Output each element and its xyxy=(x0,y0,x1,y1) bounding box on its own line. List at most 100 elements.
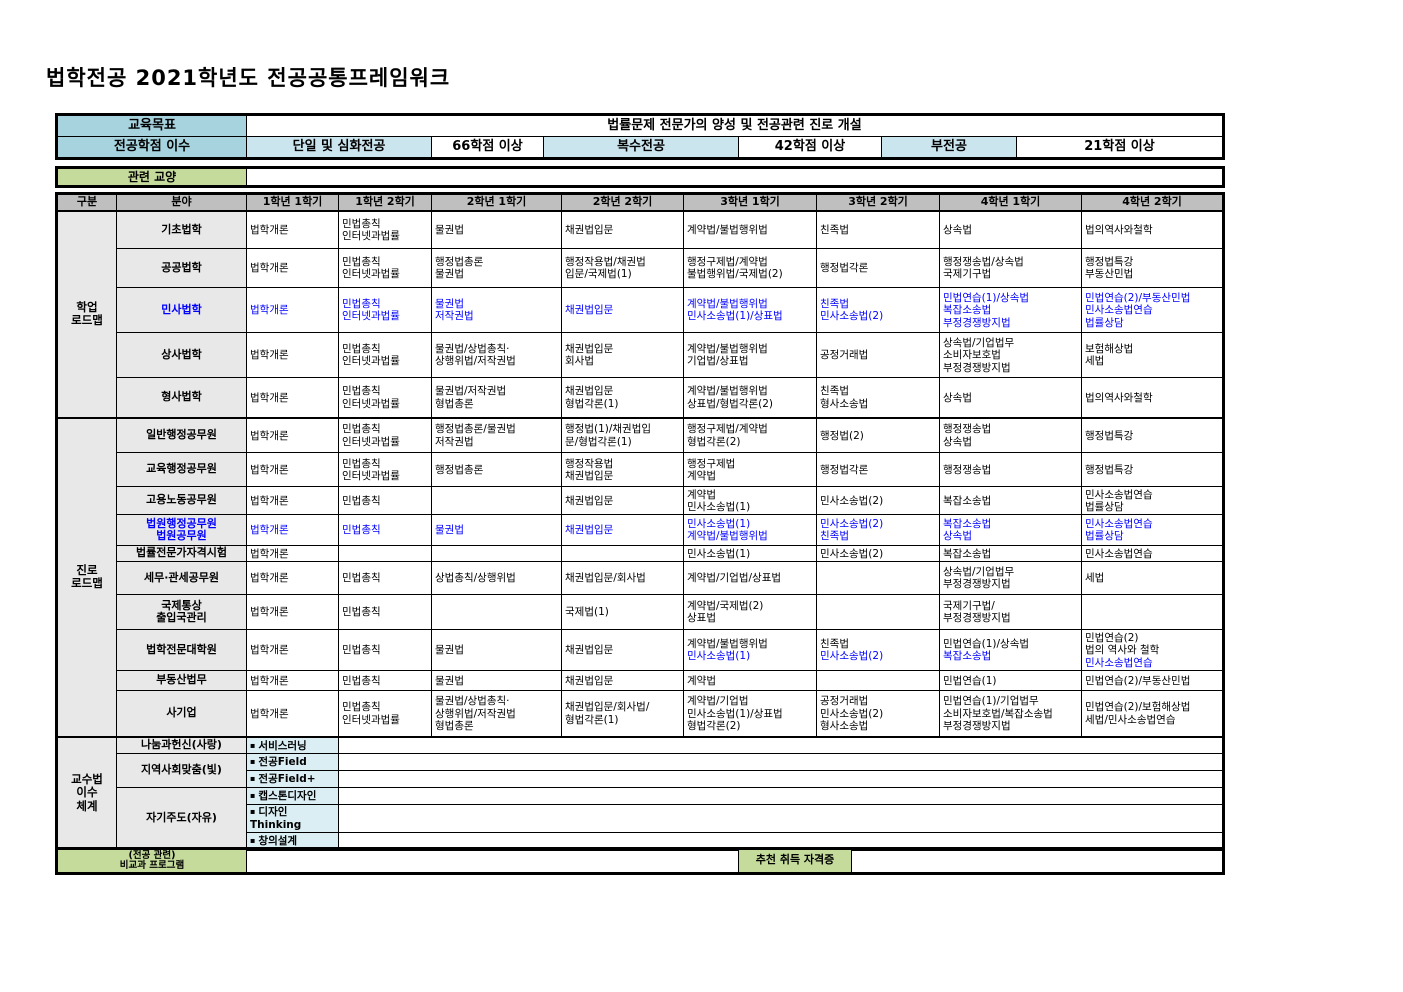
pedagogy-item-label: 창의설계 xyxy=(258,835,297,847)
course-cell: 세법 xyxy=(1082,562,1224,595)
credit-cell-double-credits: 42학점 이상 xyxy=(739,137,882,159)
square-bullet-icon: ▪ xyxy=(250,836,255,845)
curriculum-row: 형사법학법학개론민법총칙인터넷과법률물권법/저작권법형법총론채권법입문형법각론(… xyxy=(57,378,1224,418)
course-cell: 복잡소송법 xyxy=(940,487,1082,515)
curriculum-table: 구분분야1학년 1학기1학년 2학기2학년 1학기2학년 2학기3학년 1학기3… xyxy=(55,192,1225,851)
square-bullet-icon: ▪ xyxy=(250,757,255,766)
course-cell: 법학개론 xyxy=(247,515,339,546)
course-cell: 법학개론 xyxy=(247,595,339,630)
column-header: 2학년 2학기 xyxy=(562,194,684,211)
course-cell: 민법연습(2)/부동산민법민사소송법연습법률상담 xyxy=(1082,288,1224,333)
course-cell xyxy=(1082,595,1224,630)
course-cell: 친족법형사소송법 xyxy=(817,378,940,418)
course-cell: 민법연습(1)/상속법복잡소송법 xyxy=(940,630,1082,671)
square-bullet-icon: ▪ xyxy=(250,791,255,800)
course-cell: 계약법/기업법/상표법 xyxy=(684,562,817,595)
course-cell: 상속법 xyxy=(940,211,1082,249)
field-cell: 기초법학 xyxy=(117,211,247,249)
course-cell xyxy=(339,546,432,562)
course-cell: 친족법민사소송법(2) xyxy=(817,630,940,671)
curriculum-row: 법학전문대학원법학개론민법총칙물권법채권법입문계약법/불법행위법민사소송법(1)… xyxy=(57,630,1224,671)
course-cell: 민법총칙 xyxy=(339,487,432,515)
course-cell: 행정구제법/계약법불법행위법/국제법(2) xyxy=(684,249,817,288)
course-cell: 행정법각론 xyxy=(817,249,940,288)
course-cell: 행정법특강부동산민법 xyxy=(1082,249,1224,288)
course-cell: 복잡소송법 xyxy=(940,546,1082,562)
field-cell: 법원행정공무원 법원공무원 xyxy=(117,515,247,546)
course-cell: 계약법/불법행위법상표법/형법각론(2) xyxy=(684,378,817,418)
course-cell: 법학개론 xyxy=(247,487,339,515)
course-cell: 민법총칙 xyxy=(339,515,432,546)
course-cell: 상법총칙/상행위법 xyxy=(432,562,562,595)
course-cell: 행정쟁송법/상속법국제기구법 xyxy=(940,249,1082,288)
pedagogy-item-cell: ▪전공Field xyxy=(247,754,339,771)
liberal-arts-value xyxy=(247,168,1224,187)
goal-credit-table: 교육목표 법률문제 전문가의 양성 및 전공관련 진로 개설 전공학점 이수 단… xyxy=(55,113,1225,160)
worksheet-page: 법학전공 2021학년도 전공공통프레임워크 교육목표 법률문제 전문가의 양성… xyxy=(0,0,1403,992)
recommended-certs-label: 추천 취득 자격증 xyxy=(739,849,852,874)
column-header: 구분 xyxy=(57,194,117,211)
pedagogy-empty-cell xyxy=(339,737,1224,754)
course-cell: 복잡소송법상속법 xyxy=(940,515,1082,546)
pedagogy-row: 자기주도(자유)▪캡스톤디자인 xyxy=(57,788,1224,805)
curriculum-row: 부동산법무법학개론민법총칙물권법채권법입문계약법민법연습(1)민법연습(2)/부… xyxy=(57,671,1224,691)
curriculum-row: 교육행정공무원법학개론민법총칙인터넷과법률행정법총론행정작용법채권법입문행정구제… xyxy=(57,453,1224,487)
course-cell: 법학개론 xyxy=(247,249,339,288)
pedagogy-item-cell: ▪디자인Thinking xyxy=(247,805,339,833)
course-cell: 행정법각론 xyxy=(817,453,940,487)
course-cell: 채권법입문 xyxy=(562,211,684,249)
pedagogy-empty-cell xyxy=(339,754,1224,771)
course-cell: 채권법입문 xyxy=(562,630,684,671)
course-cell: 계약법/국제법(2)상표법 xyxy=(684,595,817,630)
pedagogy-item-label: 서비스러닝 xyxy=(258,740,306,752)
course-cell: 민법총칙인터넷과법률 xyxy=(339,333,432,378)
field-cell: 법률전문가자격시험 xyxy=(117,546,247,562)
course-cell: 행정법총론/물권법저작권법 xyxy=(432,418,562,453)
recommended-certs-value xyxy=(852,849,1224,874)
course-cell: 계약법/불법행위법민사소송법(1) xyxy=(684,630,817,671)
course-cell: 계약법/기업법민사소송법(1)/상표법형법각론(2) xyxy=(684,691,817,737)
field-cell: 민사법학 xyxy=(117,288,247,333)
course-cell: 법학개론 xyxy=(247,378,339,418)
course-cell: 채권법입문 xyxy=(562,671,684,691)
field-cell: 사기업 xyxy=(117,691,247,737)
pedagogy-item-cell: ▪서비스러닝 xyxy=(247,737,339,754)
course-cell: 법학개론 xyxy=(247,288,339,333)
course-cell: 민법연습(1)/기업법무소비자보호법/복잡소송법부정경쟁방지법 xyxy=(940,691,1082,737)
extracurricular-label-line2: 비교과 프로그램 xyxy=(61,861,243,871)
page-title: 법학전공 2021학년도 전공공통프레임워크 xyxy=(46,62,450,92)
course-cell: 국제기구법/부정경쟁방지법 xyxy=(940,595,1082,630)
column-header: 분야 xyxy=(117,194,247,211)
curriculum-row: 세무·관세공무원법학개론민법총칙상법총칙/상행위법채권법입문/회사법계약법/기업… xyxy=(57,562,1224,595)
course-cell: 민사소송법(2) xyxy=(817,546,940,562)
square-bullet-icon: ▪ xyxy=(250,807,255,816)
course-cell: 채권법입문 xyxy=(562,515,684,546)
course-cell xyxy=(432,595,562,630)
column-header: 4학년 1학기 xyxy=(940,194,1082,211)
course-cell: 물권법 xyxy=(432,515,562,546)
course-cell: 물권법 xyxy=(432,671,562,691)
course-cell: 상속법/기업법무부정경쟁방지법 xyxy=(940,562,1082,595)
square-bullet-icon: ▪ xyxy=(250,774,255,783)
course-cell: 계약법/불법행위법민사소송법(1)/상표법 xyxy=(684,288,817,333)
field-cell: 나눔과헌신(사랑) xyxy=(117,737,247,754)
course-cell: 민법연습(2)법의 역사와 철학민사소송법연습 xyxy=(1082,630,1224,671)
field-cell: 고용노동공무원 xyxy=(117,487,247,515)
field-cell: 교육행정공무원 xyxy=(117,453,247,487)
course-cell: 민법총칙 xyxy=(339,562,432,595)
course-cell: 민사소송법(1) xyxy=(684,546,817,562)
pedagogy-row: 교수법 이수 체계나눔과헌신(사랑)▪서비스러닝 xyxy=(57,737,1224,754)
pedagogy-empty-cell xyxy=(339,771,1224,788)
curriculum-row: 국제통상 출입국관리법학개론민법총칙국제법(1)계약법/국제법(2)상표법국제기… xyxy=(57,595,1224,630)
course-cell: 보험해상법세법 xyxy=(1082,333,1224,378)
curriculum-row: 상사법학법학개론민법총칙인터넷과법률물권법/상법총칙·상행위법/저작권법채권법입… xyxy=(57,333,1224,378)
course-cell: 민법총칙 xyxy=(339,595,432,630)
field-cell: 공공법학 xyxy=(117,249,247,288)
course-cell: 계약법민사소송법(1) xyxy=(684,487,817,515)
curriculum-row: 공공법학법학개론민법총칙인터넷과법률행정법총론물권법행정작용법/채권법입문/국제… xyxy=(57,249,1224,288)
field-cell: 지역사회맞춤(빛) xyxy=(117,754,247,788)
course-cell: 법학개론 xyxy=(247,418,339,453)
course-cell: 법학개론 xyxy=(247,453,339,487)
curriculum-row: 사기업법학개론민법총칙인터넷과법률물권법/상법총칙·상행위법/저작권법형법총론채… xyxy=(57,691,1224,737)
goal-label: 교육목표 xyxy=(57,115,247,137)
